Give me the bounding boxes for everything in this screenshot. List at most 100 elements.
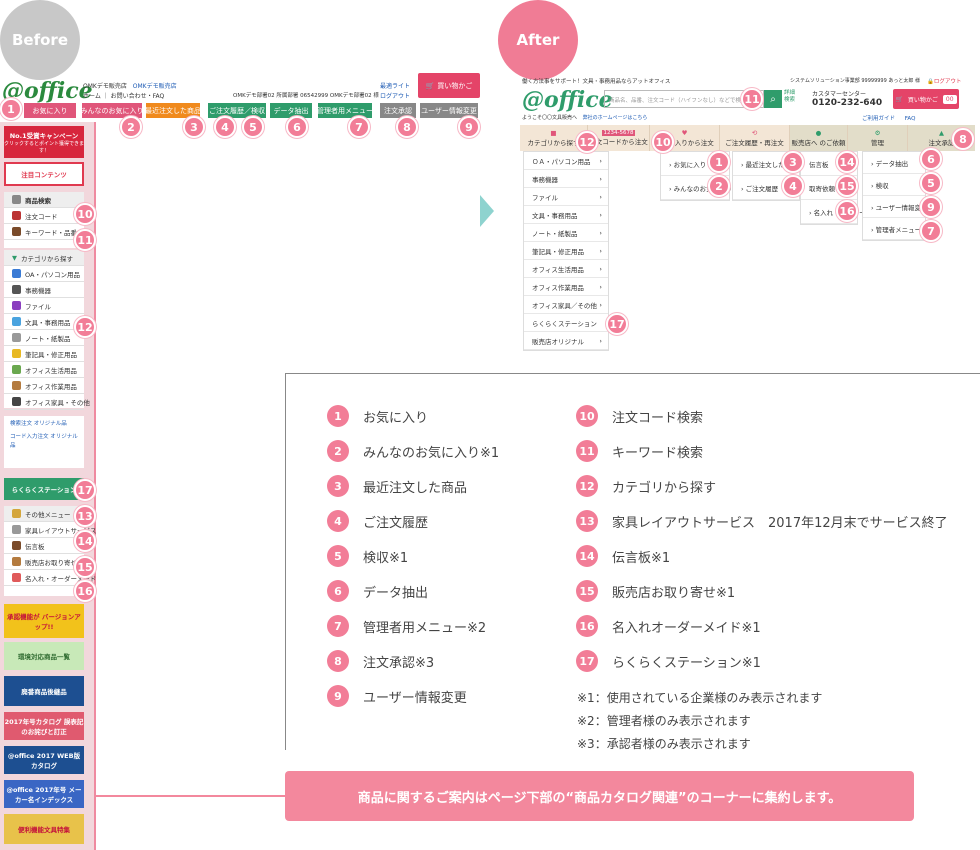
old-category-item[interactable]: オフィス作業用品 bbox=[4, 378, 84, 394]
old-catalog-banner[interactable]: 2017年号カタログ 誤表記のお詫びと訂正 bbox=[4, 712, 84, 740]
old-maker-banner[interactable]: @office 2017年号 メーカー名インデックス bbox=[4, 780, 84, 808]
detail-search-link[interactable]: 詳細 検索 bbox=[784, 90, 802, 103]
marker-10: 10 bbox=[652, 131, 674, 153]
old-stationery-banner[interactable]: 便利機能文具特集 bbox=[4, 814, 84, 844]
dropdown-user-info-item[interactable]: › ユーザー情報変更 bbox=[863, 196, 928, 218]
shop-home-link[interactable]: 弊社のホームページはこちら bbox=[583, 115, 648, 121]
dropdown-category-item[interactable]: らくらくステーション bbox=[524, 314, 608, 332]
marker-15: 15 bbox=[836, 175, 858, 197]
marker-16: 16 bbox=[74, 580, 96, 602]
new-system-line: システムソリューション事業部 99999999 あっと太郎 様 bbox=[790, 78, 920, 84]
marker-13: 13 bbox=[74, 505, 96, 527]
nav-dealer-request[interactable]: ● 販売店へ のご依頼 bbox=[790, 125, 848, 151]
old-logout-link[interactable]: ログアウト bbox=[380, 91, 410, 100]
new-search-input[interactable]: 商品名、品番、注文コード（ハイフンなし）などで検索 bbox=[604, 90, 764, 108]
marker-10: 10 bbox=[74, 203, 96, 225]
old-cart-button[interactable]: 🛒 買い物かご bbox=[418, 73, 480, 98]
old-attention-banner[interactable]: 注目コンテンツ bbox=[4, 162, 84, 186]
connector-line bbox=[96, 795, 286, 797]
old-layout-service-link[interactable]: 家具レイアウトサービス bbox=[4, 522, 97, 538]
dropdown-inspection-item[interactable]: › 検収 bbox=[863, 174, 925, 196]
legend-item: 12 カテゴリから探す bbox=[576, 475, 716, 497]
old-campaign-banner[interactable]: No.1受賞キャンペーン クリックするとポイント獲得できます！ bbox=[4, 126, 84, 158]
old-nav-order-history[interactable]: ご注文履歴／検収 bbox=[208, 103, 266, 118]
old-other-menu-title: その他メニュー bbox=[4, 506, 84, 522]
chat-icon: ● bbox=[815, 129, 822, 137]
furniture-icon bbox=[12, 397, 21, 406]
old-category-item[interactable]: ノート・紙製品 bbox=[4, 330, 84, 346]
new-logout-link[interactable]: 🔒ログアウト bbox=[927, 77, 961, 85]
faq-link[interactable]: FAQ bbox=[905, 116, 916, 122]
dropdown-admin-menu-item[interactable]: › 管理者メニュー bbox=[863, 218, 925, 240]
dropdown-category-item[interactable]: 文具・事務用品 › bbox=[524, 206, 608, 224]
old-search-box: 商品検索 注文コード キーワード・品番 bbox=[4, 192, 84, 248]
old-board-link[interactable]: 伝言板 bbox=[4, 538, 84, 554]
dropdown-category-item[interactable]: ＯＡ・パソコン用品 › bbox=[524, 152, 608, 170]
marker-2: 2 bbox=[708, 175, 730, 197]
old-nav-data-extract[interactable]: データ抽出 bbox=[270, 103, 312, 118]
marker-3: 3 bbox=[183, 116, 205, 138]
search-icon: ⌕ bbox=[770, 93, 776, 105]
chevron-right-icon: › bbox=[599, 174, 602, 183]
old-order-code-link[interactable]: 注文コード bbox=[4, 208, 84, 224]
dropdown-category-item[interactable]: ファイル › bbox=[524, 188, 608, 206]
nav-admin[interactable]: ⚙ 管理 bbox=[848, 125, 908, 151]
old-category-item[interactable]: 筆記具・修正用品 bbox=[4, 346, 84, 362]
old-keyword-link[interactable]: キーワード・品番 bbox=[4, 224, 84, 240]
old-category-box: ▼ カテゴリから探す OA・パソコン用品 事務機器 ファイル 文具・事務用品 ノー… bbox=[4, 250, 90, 410]
old-category-item[interactable]: ファイル bbox=[4, 298, 84, 314]
old-station-banner[interactable]: らくらくステーション bbox=[4, 478, 84, 500]
old-category-item[interactable]: 文具・事務用品 bbox=[4, 314, 84, 330]
marker-11: 11 bbox=[74, 229, 96, 251]
notebook-icon bbox=[12, 333, 21, 342]
old-category-item[interactable]: OA・パソコン用品 bbox=[4, 266, 84, 282]
legend-item: 14 伝言板※1 bbox=[576, 545, 670, 567]
legend-item: 6 データ抽出 bbox=[327, 580, 428, 602]
old-webcatalog-banner[interactable]: @office 2017 WEB版 カタログ bbox=[4, 746, 84, 774]
dropdown-data-extract-item[interactable]: › データ抽出 bbox=[863, 152, 925, 174]
dropdown-category-item[interactable]: 販売店オリジナル › bbox=[524, 332, 608, 350]
dropdown-category-item[interactable]: 事務機器 › bbox=[524, 170, 608, 188]
chevron-right-icon: › bbox=[599, 156, 602, 165]
new-cart-button[interactable]: 🛒 買い物かご 00 bbox=[893, 89, 959, 109]
marker-17: 17 bbox=[74, 479, 96, 501]
new-logo[interactable]: @office bbox=[522, 87, 613, 113]
old-name-order-link[interactable]: 名入れ・オーダーメード bbox=[4, 570, 96, 586]
old-nav-favorites[interactable]: お気に入り bbox=[24, 103, 76, 118]
dropdown-category-item[interactable]: オフィス生活用品 › bbox=[524, 260, 608, 278]
marker-1: 1 bbox=[708, 151, 730, 173]
cart-icon: 🛒 bbox=[425, 81, 435, 90]
legend-item: 15 販売店お取り寄せ※1 bbox=[576, 580, 735, 602]
old-header-link[interactable]: OMKデモ販売店 bbox=[133, 83, 177, 90]
nav-order-history[interactable]: ⟲ ご注文履歴・再注文 bbox=[720, 125, 790, 151]
old-dealer-link[interactable]: 販売店お取り寄せ bbox=[4, 554, 84, 570]
old-eco-banner[interactable]: 環境対応商品一覧 bbox=[4, 642, 84, 670]
old-approval-banner[interactable]: 承認機能が バージョンアップ!! bbox=[4, 604, 84, 638]
old-header-line2[interactable]: ホーム ｜ お問い合わせ・FAQ bbox=[83, 91, 164, 100]
legend-item: 2 みんなのお気に入り※1 bbox=[327, 440, 499, 462]
dropdown-category-item[interactable]: オフィス作業用品 › bbox=[524, 278, 608, 296]
chevron-right-icon: › bbox=[599, 228, 602, 237]
dropdown-category-item[interactable]: 筆記具・修正用品 › bbox=[524, 242, 608, 260]
old-nav-admin-menu[interactable]: 管理者用メニュー bbox=[317, 103, 373, 118]
old-category-item[interactable]: オフィス家具・その他 bbox=[4, 394, 90, 410]
old-welcome-title[interactable]: 最適ライト bbox=[380, 81, 410, 90]
old-category-item[interactable]: オフィス生活用品 bbox=[4, 362, 84, 378]
pen-icon bbox=[12, 349, 21, 358]
marker-2: 2 bbox=[120, 116, 142, 138]
menu-icon bbox=[12, 509, 21, 518]
old-original-link1[interactable]: 検索注文 オリジナル品 bbox=[10, 420, 78, 428]
marker-14: 14 bbox=[836, 151, 858, 173]
marker-7: 7 bbox=[348, 116, 370, 138]
dropdown-category-item[interactable]: オフィス家具／その他 › bbox=[524, 296, 608, 314]
category-dropdown: ＯＡ・パソコン用品 › 事務機器 › ファイル › 文具・事務用品 › ノート・紙製品 ›… bbox=[523, 151, 609, 351]
cart-count-badge: 00 bbox=[942, 94, 957, 104]
old-discontinued-banner[interactable]: 廃番商品後継品 bbox=[4, 676, 84, 706]
guide-link[interactable]: ご利用ガイド bbox=[862, 116, 895, 122]
old-original-box: 検索注文 オリジナル品 コード入力注文 オリジナル品 bbox=[4, 416, 84, 468]
dropdown-category-item[interactable]: ノート・紙製品 › bbox=[524, 224, 608, 242]
search-button[interactable]: ⌕ bbox=[764, 90, 782, 108]
work-goods-icon bbox=[12, 381, 21, 390]
old-category-item[interactable]: 事務機器 bbox=[4, 282, 84, 298]
old-original-link2[interactable]: コード入力注文 オリジナル品 bbox=[10, 433, 78, 450]
